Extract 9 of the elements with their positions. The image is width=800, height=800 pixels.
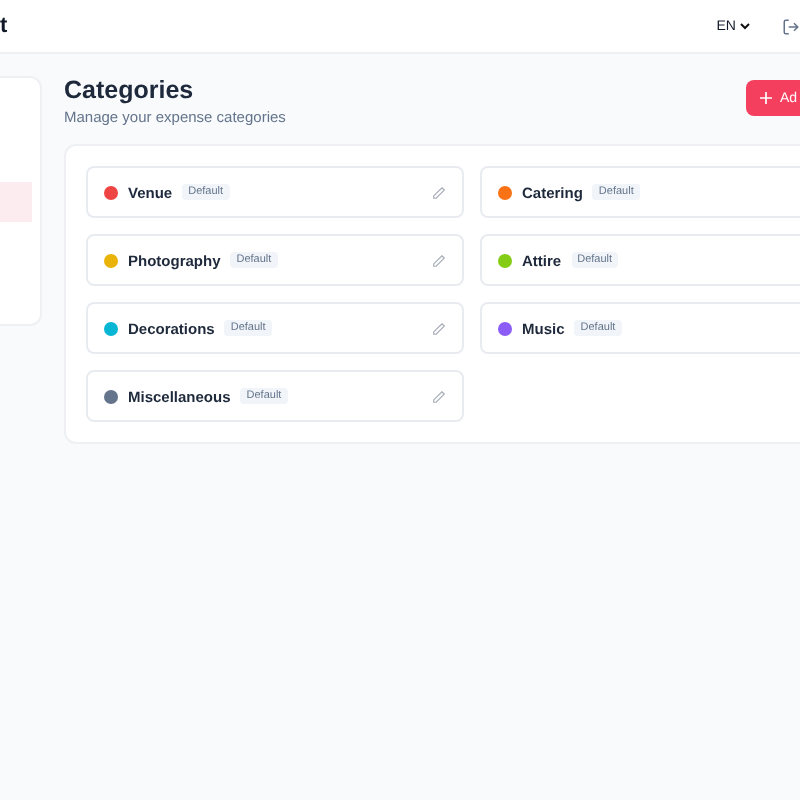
pencil-icon[interactable] [432, 321, 446, 335]
app-brand: t [0, 14, 8, 38]
pencil-icon[interactable] [432, 253, 446, 267]
plus-icon [760, 92, 772, 104]
page-title: Categories [64, 76, 196, 104]
logout-icon[interactable] [782, 17, 800, 35]
chevron-down-icon [740, 22, 750, 30]
pencil-icon[interactable] [432, 185, 446, 199]
pencil-icon[interactable] [432, 389, 446, 403]
